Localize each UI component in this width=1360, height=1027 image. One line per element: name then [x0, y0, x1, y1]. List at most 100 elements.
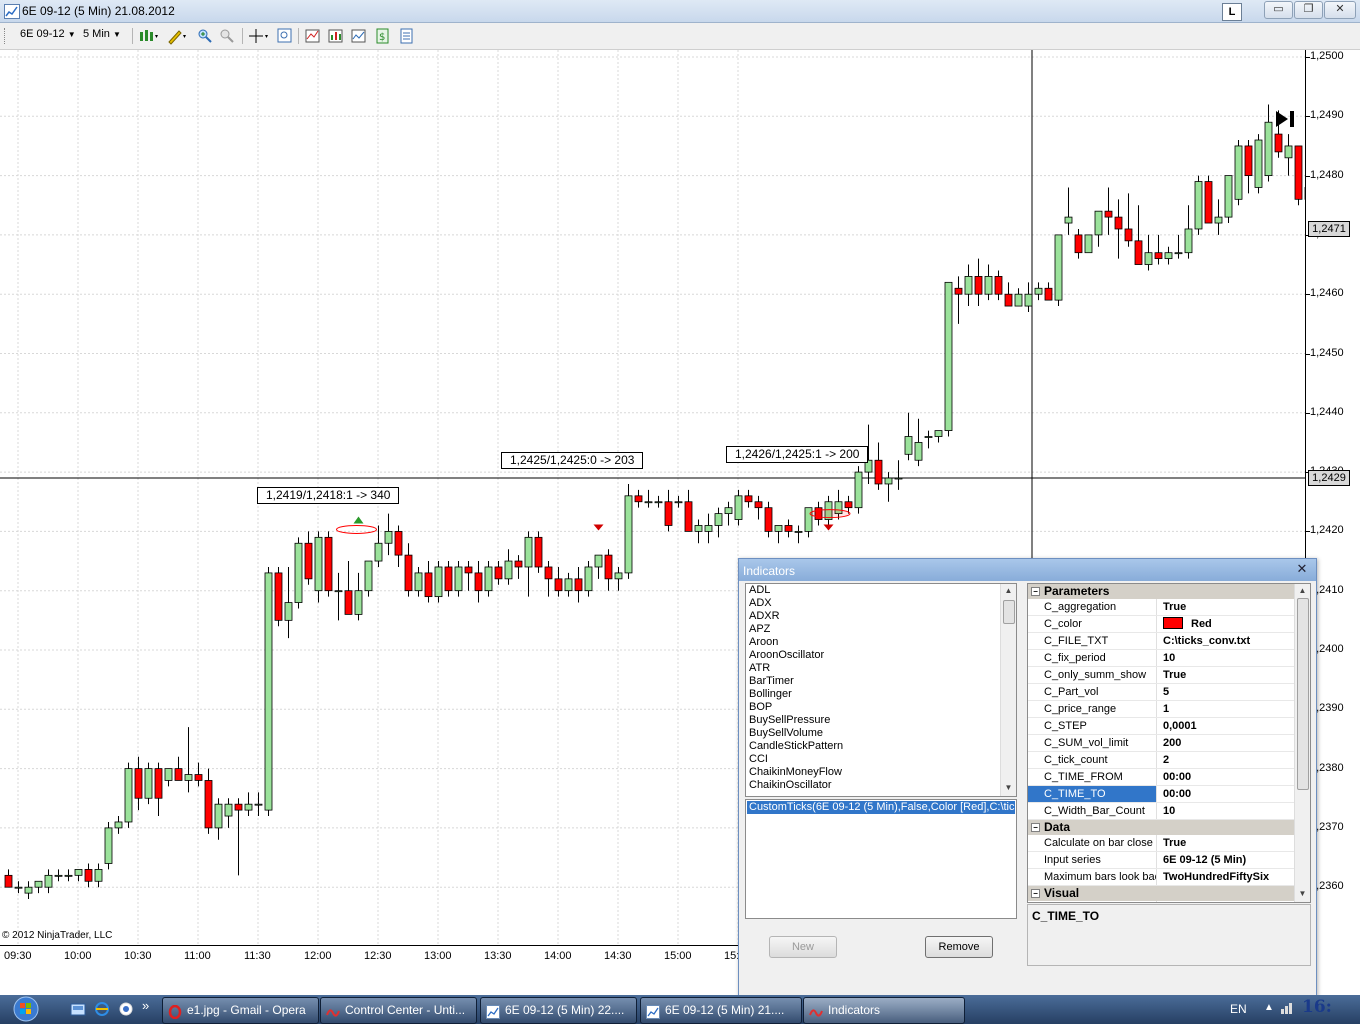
property-name[interactable]: C_TIME_FROM: [1028, 769, 1157, 785]
property-row[interactable]: C_aggregation True: [1028, 599, 1310, 616]
property-row[interactable]: C_STEP 0,0001: [1028, 718, 1310, 735]
language-indicator[interactable]: EN: [1230, 1002, 1247, 1016]
property-value[interactable]: 10: [1161, 803, 1175, 819]
property-name[interactable]: C_SUM_vol_limit: [1028, 735, 1157, 751]
property-row[interactable]: C_fix_period 10: [1028, 650, 1310, 667]
property-row[interactable]: C_Width_Bar_Count 10: [1028, 803, 1310, 820]
property-name[interactable]: C_Part_vol: [1028, 684, 1157, 700]
properties-grid[interactable]: − Parameters C_aggregation True C_color Red C…: [1027, 583, 1311, 903]
property-name[interactable]: C_price_range: [1028, 701, 1157, 717]
property-row[interactable]: C_color Red: [1028, 616, 1310, 633]
collapse-icon[interactable]: −: [1031, 889, 1040, 898]
properties-scrollbar[interactable]: ▲ ▼: [1294, 584, 1310, 902]
indicator-list-item[interactable]: Bollinger: [746, 688, 1016, 701]
start-button[interactable]: [6, 995, 46, 1024]
close-icon[interactable]: ✕: [1295, 562, 1309, 576]
property-value[interactable]: Red: [1161, 616, 1212, 632]
scroll-up-icon[interactable]: ▲: [1297, 586, 1308, 597]
indicator-list-item[interactable]: BarTimer: [746, 675, 1016, 688]
indicator-list-item[interactable]: BuySellPressure: [746, 714, 1016, 727]
money-icon[interactable]: $: [374, 27, 392, 45]
applied-indicator-item[interactable]: CustomTicks(6E 09-12 (5 Min),False,Color…: [747, 801, 1015, 814]
remove-button[interactable]: Remove: [925, 936, 993, 958]
crosshair-icon[interactable]: [248, 27, 268, 45]
property-row[interactable]: C_tick_count 2: [1028, 752, 1310, 769]
color-swatch[interactable]: [1163, 617, 1183, 629]
property-row[interactable]: C_price_range 1: [1028, 701, 1310, 718]
zoom-out-icon[interactable]: [218, 27, 236, 45]
property-name[interactable]: Auto scale: [1028, 901, 1157, 902]
minimize-button[interactable]: ▭: [1264, 1, 1293, 19]
category-visual[interactable]: − Visual: [1028, 886, 1310, 901]
property-name[interactable]: Calculate on bar close: [1028, 835, 1157, 851]
taskbar-button[interactable]: Control Center - Unti...: [320, 997, 477, 1024]
property-value[interactable]: 0,0001: [1161, 718, 1197, 734]
category-parameters[interactable]: − Parameters: [1028, 584, 1310, 599]
scroll-up-icon[interactable]: ▲: [1003, 586, 1014, 597]
property-name[interactable]: Maximum bars look back: [1028, 869, 1157, 885]
indicator-list-item[interactable]: ATR: [746, 662, 1016, 675]
collapse-icon[interactable]: −: [1031, 587, 1040, 596]
scroll-down-icon[interactable]: ▼: [1003, 783, 1014, 794]
property-name[interactable]: C_TIME_TO: [1028, 786, 1157, 802]
dialog-title-bar[interactable]: Indicators ✕: [739, 559, 1316, 581]
property-row[interactable]: C_SUM_vol_limit 200: [1028, 735, 1310, 752]
clock[interactable]: 16:: [1302, 997, 1332, 1017]
property-value[interactable]: 2: [1161, 752, 1169, 768]
indicator-list-item[interactable]: APZ: [746, 623, 1016, 636]
scroll-to-end-icon[interactable]: [1274, 110, 1298, 128]
property-row[interactable]: Auto scale True: [1028, 901, 1310, 902]
property-name[interactable]: C_FILE_TXT: [1028, 633, 1157, 649]
property-value[interactable]: 10: [1161, 650, 1175, 666]
indicator-list-scrollbar[interactable]: ▲ ▼: [1000, 584, 1016, 796]
property-row[interactable]: Calculate on bar close True: [1028, 835, 1310, 852]
taskbar-button[interactable]: Indicators: [803, 997, 965, 1024]
applied-indicators-list[interactable]: CustomTicks(6E 09-12 (5 Min),False,Color…: [745, 799, 1017, 919]
property-row[interactable]: C_Part_vol 5: [1028, 684, 1310, 701]
property-value[interactable]: True: [1161, 667, 1186, 683]
category-data[interactable]: − Data: [1028, 820, 1310, 835]
indicator-list-item[interactable]: Aroon: [746, 636, 1016, 649]
indicator-list-item[interactable]: CandleStickPattern: [746, 740, 1016, 753]
property-row[interactable]: Maximum bars look back TwoHundredFiftySix: [1028, 869, 1310, 886]
property-name[interactable]: C_Width_Bar_Count: [1028, 803, 1157, 819]
indicator-list-item[interactable]: BOP: [746, 701, 1016, 714]
property-name[interactable]: C_aggregation: [1028, 599, 1157, 615]
available-indicators-list[interactable]: ADL ADX ADXR APZ Aroon AroonOscillator ATR BarT…: [745, 583, 1017, 797]
taskbar-button[interactable]: 6E 09-12 (5 Min) 22....: [480, 997, 637, 1024]
template-icon[interactable]: [398, 27, 416, 45]
property-name[interactable]: Input series: [1028, 852, 1157, 868]
property-row[interactable]: C_TIME_TO 00:00: [1028, 786, 1310, 803]
property-name[interactable]: C_STEP: [1028, 718, 1157, 734]
property-value[interactable]: True: [1161, 835, 1186, 851]
indicator-list-item[interactable]: ADXR: [746, 610, 1016, 623]
property-value[interactable]: 00:00: [1161, 786, 1191, 802]
indicator-list-item[interactable]: CCI: [746, 753, 1016, 766]
zoom-in-icon[interactable]: [196, 27, 214, 45]
indicator-list-item[interactable]: BuySellVolume: [746, 727, 1016, 740]
bars-icon[interactable]: [138, 27, 158, 45]
property-name[interactable]: C_fix_period: [1028, 650, 1157, 666]
collapse-icon[interactable]: −: [1031, 823, 1040, 832]
scroll-thumb[interactable]: [1297, 598, 1309, 790]
instrument-selector[interactable]: 6E 09-12 ▼: [20, 28, 76, 40]
property-value[interactable]: TwoHundredFiftySix: [1161, 869, 1269, 885]
property-row[interactable]: C_only_summ_show True: [1028, 667, 1310, 684]
property-name[interactable]: C_color: [1028, 616, 1157, 632]
network-icon[interactable]: [1280, 1001, 1294, 1018]
quicklaunch-overflow[interactable]: »: [142, 998, 158, 1014]
indicator-list-item[interactable]: ChaikinMoneyFlow: [746, 766, 1016, 779]
property-value[interactable]: 00:00: [1161, 769, 1191, 785]
property-value[interactable]: True: [1161, 901, 1186, 902]
indicator-list-item[interactable]: ADL: [746, 584, 1016, 597]
strategies-icon[interactable]: [327, 27, 345, 45]
indicator-list-item[interactable]: ADX: [746, 597, 1016, 610]
new-button[interactable]: New: [769, 936, 837, 958]
taskbar-button[interactable]: 6E 09-12 (5 Min) 21....: [640, 997, 802, 1024]
properties-icon[interactable]: [350, 27, 368, 45]
scroll-down-icon[interactable]: ▼: [1297, 889, 1308, 900]
link-button[interactable]: L: [1222, 3, 1242, 21]
restore-button[interactable]: ❐: [1294, 1, 1323, 19]
indicator-list-item[interactable]: AroonOscillator: [746, 649, 1016, 662]
pencil-icon[interactable]: [166, 27, 186, 45]
